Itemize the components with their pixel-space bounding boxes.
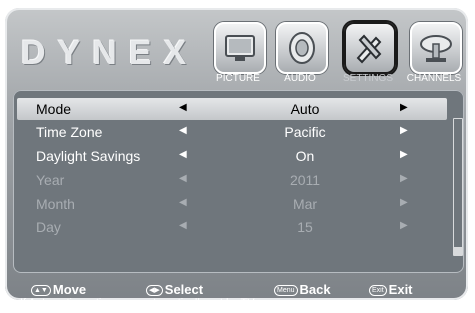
tab-label: SETTINGS bbox=[342, 73, 393, 84]
arrow-left-icon[interactable]: ◀ bbox=[179, 125, 187, 136]
tab-channels[interactable]: CHANNELS bbox=[404, 22, 464, 84]
tab-settings[interactable]: SETTINGS bbox=[338, 22, 398, 84]
status-help-text: If Automatic, options are automatically … bbox=[20, 297, 291, 309]
row-value: Auto bbox=[290, 101, 320, 117]
tab-audio[interactable]: AUDIO bbox=[270, 22, 330, 84]
arrow-left-icon[interactable]: ◀ bbox=[179, 149, 187, 160]
satellite-dish-icon bbox=[410, 22, 462, 74]
row-label: Time Zone bbox=[36, 124, 103, 140]
row-label: Daylight Savings bbox=[36, 148, 141, 164]
row-value: On bbox=[295, 148, 315, 164]
hint-move: ▲▼ Move bbox=[31, 282, 86, 297]
row-value: Pacific bbox=[284, 124, 326, 140]
hint-back: Menu Back bbox=[274, 282, 331, 297]
arrow-right-icon: ▶ bbox=[400, 173, 408, 184]
arrow-right-icon[interactable]: ▶ bbox=[400, 149, 408, 160]
menu-row-daylight-savings[interactable]: Daylight Savings ◀ On ▶ bbox=[17, 145, 447, 167]
scrollbar-thumb[interactable] bbox=[454, 247, 462, 255]
tab-picture[interactable]: PICTURE bbox=[208, 22, 268, 84]
tools-icon bbox=[344, 22, 396, 74]
menu-row-month: Month ◀ Mar ▶ bbox=[17, 193, 447, 215]
arrow-left-icon: ◀ bbox=[179, 173, 187, 184]
row-value: Mar bbox=[292, 196, 318, 212]
brand-logo: DYNEX bbox=[21, 34, 199, 72]
row-label: Mode bbox=[36, 101, 72, 117]
menu-row-day: Day ◀ 15 ▶ bbox=[17, 216, 447, 238]
arrow-right-icon[interactable]: ▶ bbox=[400, 102, 408, 113]
arrow-left-icon: ◀ bbox=[179, 220, 187, 231]
tv-icon bbox=[214, 22, 266, 74]
hint-select: ◀▶ Select bbox=[146, 282, 203, 297]
row-label: Year bbox=[36, 172, 65, 188]
menu-button-icon: Menu bbox=[274, 285, 298, 297]
row-value: 2011 bbox=[289, 172, 321, 188]
menu-row-year: Year ◀ 2011 ▶ bbox=[17, 169, 447, 191]
menu-row-mode[interactable]: Mode ◀ Auto ▶ bbox=[17, 98, 447, 120]
left-right-icon: ◀▶ bbox=[146, 285, 163, 297]
tab-label: AUDIO bbox=[284, 73, 316, 84]
arrow-left-icon[interactable]: ◀ bbox=[179, 102, 187, 113]
tab-label: PICTURE bbox=[216, 73, 260, 84]
menu-row-time-zone[interactable]: Time Zone ◀ Pacific ▶ bbox=[17, 121, 447, 143]
arrow-left-icon: ◀ bbox=[179, 197, 187, 208]
hint-exit: Exit Exit bbox=[369, 282, 413, 297]
row-label: Day bbox=[36, 219, 61, 235]
up-down-icon: ▲▼ bbox=[31, 285, 51, 297]
arrow-right-icon: ▶ bbox=[400, 197, 408, 208]
row-label: Month bbox=[36, 196, 75, 212]
exit-button-icon: Exit bbox=[369, 285, 387, 297]
tab-label: CHANNELS bbox=[406, 73, 462, 84]
arrow-right-icon: ▶ bbox=[400, 220, 408, 231]
row-value: 15 bbox=[297, 219, 313, 235]
speaker-icon bbox=[276, 22, 328, 74]
arrow-right-icon[interactable]: ▶ bbox=[400, 125, 408, 136]
menu-scrollbar[interactable] bbox=[453, 118, 463, 256]
